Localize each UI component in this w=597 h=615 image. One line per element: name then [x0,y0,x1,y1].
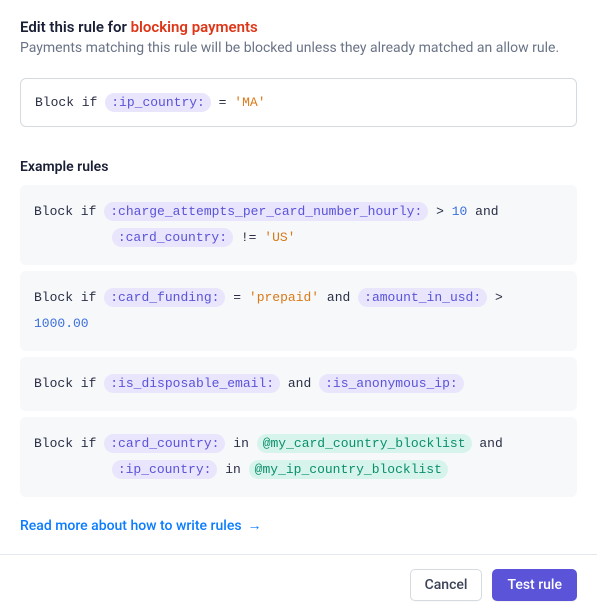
list-token: @my_card_country_blocklist [257,434,472,453]
string-literal: 'MA' [234,95,265,110]
read-more-link[interactable]: Read more about how to write rules → [20,517,262,534]
string-literal: 'US' [264,230,295,245]
operator-ne: != [241,230,257,245]
keyword-block-if: Block if [35,95,97,110]
keyword-and: and [475,204,498,219]
field-token: :card_country: [112,228,233,247]
keyword-block-if: Block if [34,436,96,451]
page-title: Edit this rule for blocking payments [20,18,577,36]
keyword-and: and [479,436,502,451]
example-rule-4: Block if :card_country: in @my_card_coun… [20,417,577,497]
operator-gt: > [436,204,444,219]
page-subtitle: Payments matching this rule will be bloc… [20,40,577,56]
test-rule-button[interactable]: Test rule [492,569,577,601]
field-token-ip-country: :ip_country: [105,93,211,112]
field-token: :amount_in_usd: [358,288,487,307]
field-token: :ip_country: [112,460,218,479]
footer: Cancel Test rule [0,554,597,615]
title-prefix: Edit this rule for [20,18,131,36]
list-token: @my_ip_country_blocklist [249,460,448,479]
keyword-block-if: Block if [34,376,96,391]
title-highlight: blocking payments [131,18,258,36]
example-rules-heading: Example rules [20,159,577,175]
operator-equals: = [233,290,241,305]
example-rule-1: Block if :charge_attempts_per_card_numbe… [20,185,577,265]
number-literal: 10 [452,204,468,219]
rule-editor[interactable]: Block if :ip_country: = 'MA' [20,78,577,127]
keyword-and: and [327,290,350,305]
field-token: :is_disposable_email: [104,374,280,393]
cancel-button[interactable]: Cancel [410,569,483,601]
keyword-in: in [233,436,249,451]
field-token: :card_funding: [104,288,225,307]
link-text: Read more about how to write rules [20,518,242,534]
keyword-block-if: Block if [34,204,96,219]
example-rule-2: Block if :card_funding: = 'prepaid' and … [20,271,577,351]
operator-equals: = [219,95,227,110]
string-literal: 'prepaid' [249,290,319,305]
operator-gt: > [495,290,503,305]
field-token: :is_anonymous_ip: [319,374,464,393]
field-token: :card_country: [104,434,225,453]
example-rule-3: Block if :is_disposable_email: and :is_a… [20,357,577,411]
arrow-right-icon: → [248,517,262,534]
number-literal: 1000.00 [34,316,89,331]
keyword-block-if: Block if [34,290,96,305]
keyword-and: and [288,376,311,391]
keyword-in: in [225,462,241,477]
field-token: :charge_attempts_per_card_number_hourly: [104,202,428,221]
